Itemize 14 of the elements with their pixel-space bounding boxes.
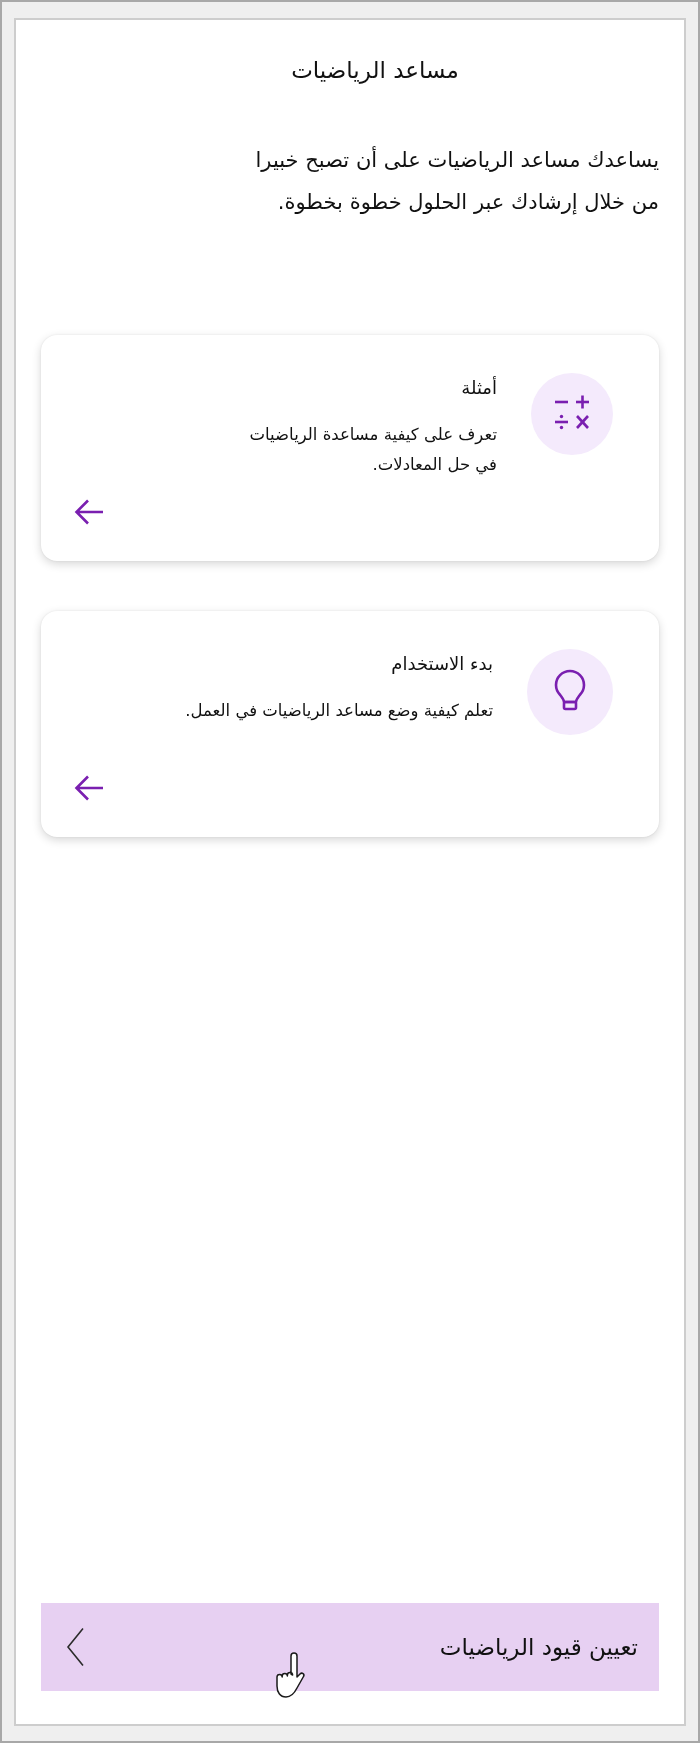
feature-card[interactable]: بدء الاستخدام تعلم كيفية وضع مساعد الرياضيات في العمل. xyxy=(41,611,659,837)
feature-card[interactable]: أمثلة تعرف على كيفية مساعدة الرياضيات في حل المعادلات. xyxy=(41,335,659,561)
card-description: تعرف على كيفية مساعدة الرياضيات في حل المعادلات. xyxy=(249,424,497,477)
chevron-left-icon xyxy=(65,1627,85,1667)
pane-title: مساعد الرياضيات xyxy=(290,56,460,86)
card-title: أمثلة xyxy=(460,375,497,400)
lightbulb-icon xyxy=(527,649,613,735)
intro-text: يساعدك مساعد الرياضيات على أن تصبح خبيرا من خلال إرشادك عبر الحلول خطوة بخطوة. xyxy=(254,145,659,217)
left-arrow-icon[interactable] xyxy=(74,774,104,802)
math-constraints-button[interactable]: تعيين قيود الرياضيات xyxy=(41,1603,659,1691)
card-description: تعلم كيفية وضع مساعد الرياضيات في العمل. xyxy=(185,700,493,723)
left-arrow-icon[interactable] xyxy=(74,498,104,526)
math-operators-icon xyxy=(531,373,613,455)
card-title: بدء الاستخدام xyxy=(390,652,493,676)
